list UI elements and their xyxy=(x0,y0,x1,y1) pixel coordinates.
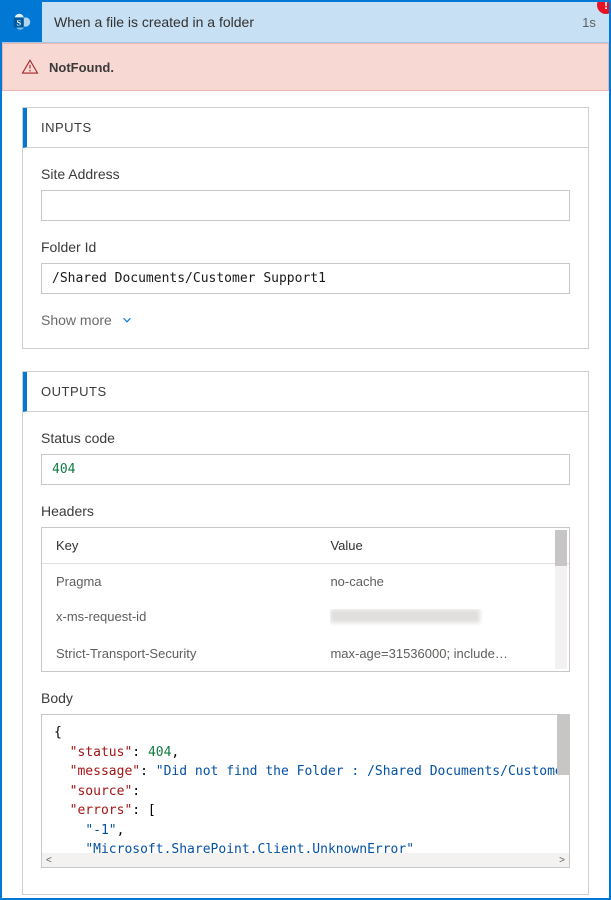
headers-table[interactable]: Key Value Pragma no-cache x-ms-request-i… xyxy=(41,527,570,672)
folder-id-label: Folder Id xyxy=(41,239,570,255)
hscroll-right-icon[interactable]: > xyxy=(559,855,565,866)
outputs-card: OUTPUTS Status code 404 Headers Key Valu… xyxy=(22,371,589,895)
body-label: Body xyxy=(41,690,570,706)
error-banner: NotFound. xyxy=(2,43,609,91)
error-message: NotFound. xyxy=(49,60,114,75)
warning-icon xyxy=(21,58,39,76)
table-row: Strict-Transport-Security max-age=315360… xyxy=(42,636,569,671)
chevron-down-icon xyxy=(120,313,134,327)
show-more-toggle[interactable]: Show more xyxy=(41,312,570,328)
table-row: Pragma no-cache xyxy=(42,564,569,599)
headers-label: Headers xyxy=(41,503,570,519)
headers-col-key: Key xyxy=(56,538,330,553)
body-json-viewer[interactable]: { "status": 404, "message": "Did not fin… xyxy=(41,714,570,868)
site-address-label: Site Address xyxy=(41,166,570,182)
table-row: x-ms-request-id xyxy=(42,599,569,636)
action-title: When a file is created in a folder xyxy=(42,14,569,30)
body-scrollbar-thumb[interactable] xyxy=(557,715,569,775)
body-hscroll-track[interactable]: < > xyxy=(42,853,569,867)
folder-id-input[interactable] xyxy=(41,263,570,294)
headers-scrollbar-thumb[interactable] xyxy=(555,530,567,566)
inputs-header: INPUTS xyxy=(23,108,588,148)
svg-text:S: S xyxy=(16,19,21,28)
action-duration: 1s xyxy=(569,15,609,30)
site-address-input[interactable] xyxy=(41,190,570,221)
hscroll-left-icon[interactable]: < xyxy=(46,855,52,866)
headers-col-value: Value xyxy=(330,538,555,553)
outputs-header: OUTPUTS xyxy=(23,372,588,412)
status-code-value: 404 xyxy=(41,454,570,485)
show-more-label: Show more xyxy=(41,312,112,328)
status-code-label: Status code xyxy=(41,430,570,446)
redacted-value xyxy=(330,609,480,623)
headers-column-row: Key Value xyxy=(42,528,569,564)
inputs-card: INPUTS Site Address Folder Id Show more xyxy=(22,107,589,349)
sharepoint-icon: S xyxy=(2,2,42,42)
action-titlebar[interactable]: S When a file is created in a folder 1s xyxy=(2,2,609,43)
